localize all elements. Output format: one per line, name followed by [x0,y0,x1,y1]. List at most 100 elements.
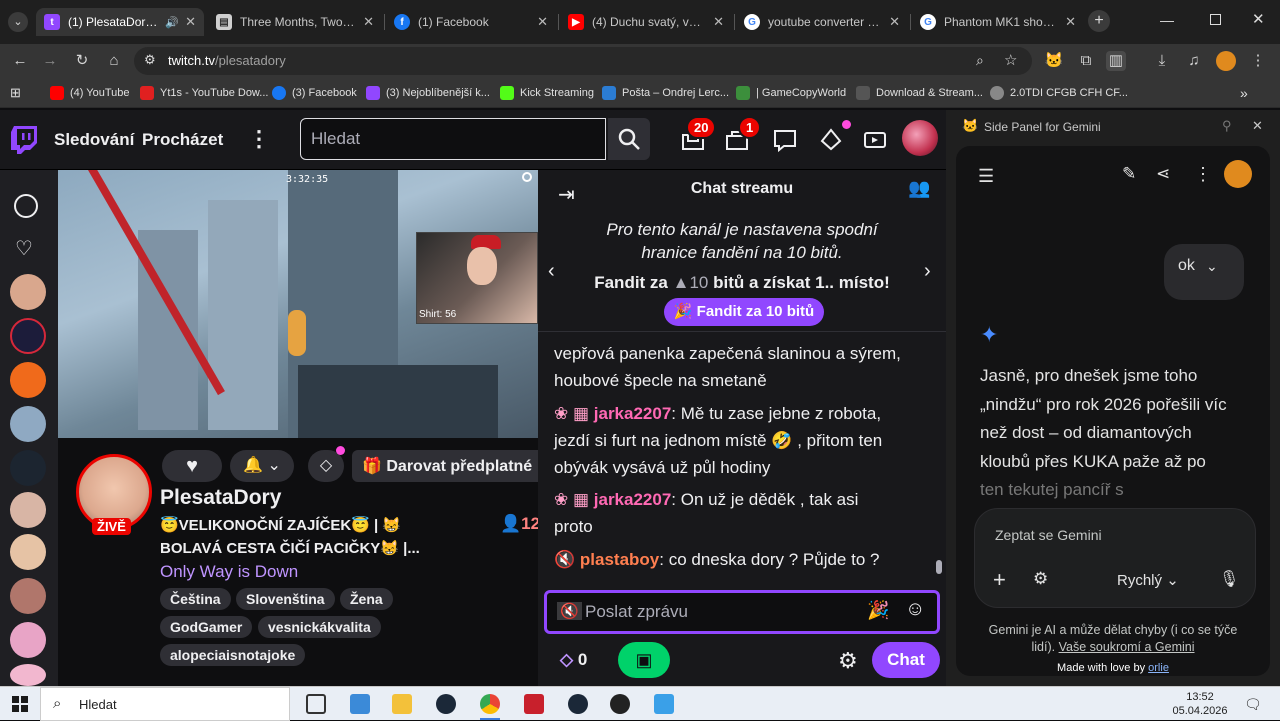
more-menu-icon[interactable]: ⋮ [248,126,270,152]
close-tab-icon[interactable]: ✕ [713,14,724,30]
bits-gem-icon[interactable] [818,127,844,153]
back-icon[interactable]: ← [10,51,30,71]
cheer-party-icon[interactable]: 🎉 [867,600,889,621]
download-icon[interactable]: ⤓ [1152,51,1172,71]
bookmark-tdi[interactable]: 2.0TDI CFGB CFH CF... [990,84,1128,102]
gift-sub-button[interactable]: 🎁 Darovat předplatné [352,450,542,482]
share-icon[interactable]: ⋖ [1156,164,1170,184]
new-chat-icon[interactable]: ✎ [1122,164,1136,184]
photo-editor-icon[interactable] [654,694,674,714]
taskbar-search[interactable]: ⌕ Hledat [40,687,290,721]
clock[interactable]: 13:52 05.04.2026 [1168,690,1232,718]
gemini-input-box[interactable]: Zeptat se Gemini + ⚙ Rychlý ⌄ 🎙 [974,508,1256,608]
browser-tab-twitch[interactable]: t (1) PlesataDory - Tw 🔊 ✕ [36,8,204,36]
close-tab-icon[interactable]: ✕ [1065,14,1076,30]
close-tab-icon[interactable]: ✕ [363,14,374,30]
bookmark-posta[interactable]: Pošta – Ondrej Lerc... [602,84,729,102]
browser-tab-youtube[interactable]: ▶ (4) Duchu svatý, veď mě ✕ [560,8,732,36]
task-view-icon[interactable] [306,694,326,714]
profile-avatar[interactable] [1216,51,1236,71]
bookmark-star-icon[interactable]: ☆ [1004,51,1017,69]
close-tab-icon[interactable]: ✕ [889,14,900,30]
chrome-icon[interactable] [480,694,500,714]
search-input[interactable]: Hledat [300,118,606,160]
forward-icon[interactable]: → [40,51,60,71]
browser-tab-google-1[interactable]: G youtube converter mp3 ✕ [736,8,908,36]
tools-icon[interactable]: ⚙ [1033,569,1048,589]
chat-input[interactable]: 🔇 Poslat zprávu 🎉 ☺ [544,590,940,634]
tag-zena[interactable]: Žena [340,588,393,610]
nav-browse[interactable]: Procházet [142,130,223,150]
extension-icon[interactable]: 🐱 [1044,51,1064,71]
chat-settings-icon[interactable]: ⚙ [838,648,858,674]
channel-avatar[interactable] [10,664,46,686]
prime-crown-icon[interactable] [862,127,888,153]
reload-icon[interactable]: ↻ [72,51,92,71]
channel-avatar[interactable] [10,622,46,658]
media-controls-icon[interactable]: ♫ [1184,51,1204,71]
browser-tab-2[interactable]: ▤ Three Months, Two Thou ✕ [208,8,382,36]
bookmarks-overflow-icon[interactable]: » [1240,84,1248,102]
file-explorer-icon[interactable] [392,694,412,714]
followed-heart-icon[interactable]: ♡ [15,236,33,261]
chat-bubble-icon[interactable] [772,127,798,153]
bookmark-kick[interactable]: Kick Streaming [500,84,594,102]
bookmark-youtube[interactable]: (4) YouTube [50,84,130,102]
menu-icon[interactable]: ☰ [978,166,994,187]
author-link[interactable]: orlie [1148,662,1169,674]
tag-vesnickakvalita[interactable]: vesnickákvalita [258,616,381,638]
browser-menu-icon[interactable]: ⋮ [1248,51,1268,71]
home-icon[interactable]: ⌂ [104,51,124,71]
bits-balance[interactable]: ◇ 0 [560,650,587,670]
notification-bell-button[interactable]: 🔔 ⌄ [230,450,294,482]
channel-avatar[interactable] [10,362,46,398]
browser-tab-facebook[interactable]: f (1) Facebook ✕ [386,8,556,36]
close-panel-icon[interactable]: ✕ [1252,118,1263,134]
close-window-icon[interactable]: ✕ [1252,10,1265,28]
bookmark-yt1s[interactable]: Yt1s - YouTube Dow... [140,84,268,102]
windows-start-icon[interactable] [12,696,28,712]
zoom-icon[interactable]: ⌕ [976,52,984,69]
minimize-window-icon[interactable]: — [1160,12,1174,28]
expand-chevron-icon[interactable]: ⌄ [1206,258,1218,275]
channel-avatar[interactable] [10,318,46,354]
emote-picker-icon[interactable]: ☺ [905,598,925,621]
channel-avatar[interactable] [10,406,46,442]
video-settings-icon[interactable] [522,172,532,182]
chat-send-button[interactable]: Chat [872,642,940,678]
nav-following[interactable]: Sledování [54,130,134,150]
steam-icon[interactable] [436,694,456,714]
search-button[interactable] [608,118,650,160]
chat-scrollbar[interactable] [936,560,942,574]
game-link[interactable]: Only Way is Down [160,562,298,582]
site-info-icon[interactable]: ⚙ [144,52,156,68]
chat-username[interactable]: jarka2207 [594,490,672,509]
chat-username[interactable]: plastaboy [580,550,659,569]
bookmark-facebook[interactable]: (3) Facebook [272,84,357,102]
bookmark-gamecopyworld[interactable]: | GameCopyWorld [736,84,846,102]
close-tab-icon[interactable]: ✕ [537,14,548,30]
extensions-puzzle-icon[interactable]: ⧉ [1076,51,1096,71]
user-avatar[interactable] [902,120,938,156]
channel-avatar[interactable] [10,578,46,614]
media-player-icon[interactable] [610,694,630,714]
cheer-button[interactable]: 🎉 Fandit za 10 bitů [664,298,824,326]
side-panel-icon[interactable]: ▥ [1106,51,1126,71]
address-bar[interactable]: ⚙ twitch.tv/plesatadory ⌕ ☆ [134,47,1032,75]
notification-center-icon[interactable]: 🗨 [1244,696,1262,713]
app-icon[interactable] [524,694,544,714]
channel-avatar[interactable] [10,492,46,528]
stream-video-player[interactable]: 3:32:35 Shirt: 56 [58,170,538,438]
privacy-link[interactable]: Vaše soukromí a Gemini [1059,640,1195,654]
photos-app-icon[interactable] [350,694,370,714]
new-tab-button[interactable]: + [1088,10,1110,32]
bookmark-twitch[interactable]: (3) Nejoblíbenější k... [366,84,490,102]
tag-alopecia[interactable]: alopeciaisnotajoke [160,644,306,666]
follow-heart-button[interactable]: ♥ [162,450,222,482]
more-options-icon[interactable]: ⋮ [1194,164,1212,185]
pin-icon[interactable]: ⚲ [1222,118,1232,134]
microphone-icon[interactable]: 🎙 [1219,569,1239,589]
tag-godgamer[interactable]: GodGamer [160,616,253,638]
restore-window-icon[interactable] [1210,14,1221,25]
apps-grid-icon[interactable]: ⊞ [10,84,21,102]
